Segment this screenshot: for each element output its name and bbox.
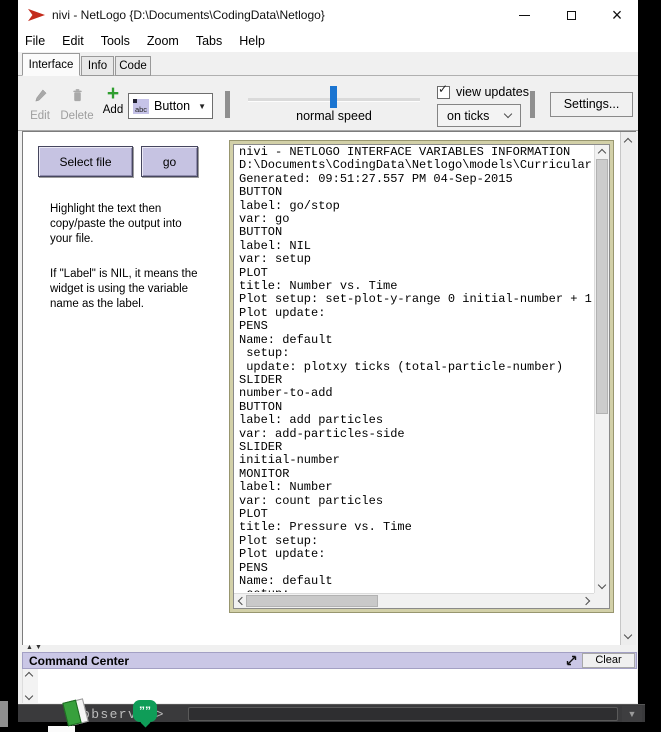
tab-code[interactable]: Code bbox=[115, 56, 151, 76]
output-horizontal-scrollbar[interactable] bbox=[234, 593, 594, 608]
scrollbar-thumb[interactable] bbox=[596, 159, 608, 414]
update-mode-dropdown[interactable]: on ticks bbox=[437, 104, 521, 127]
command-center-output[interactable] bbox=[22, 669, 637, 703]
netlogo-logo-icon bbox=[28, 7, 45, 23]
command-center-title: Command Center bbox=[29, 654, 129, 668]
quotes-glyph: ”” bbox=[133, 702, 157, 720]
scroll-down-icon bbox=[25, 692, 33, 700]
notebook-taskbar-icon[interactable] bbox=[63, 699, 91, 727]
scroll-right-icon bbox=[582, 597, 590, 605]
checkbox-check-icon: ✓ bbox=[438, 82, 448, 96]
settings-button[interactable]: Settings... bbox=[550, 92, 633, 117]
trash-icon bbox=[70, 88, 85, 103]
minimize-icon bbox=[519, 15, 530, 16]
scroll-up-icon bbox=[25, 672, 33, 680]
maximize-button[interactable] bbox=[556, 0, 586, 30]
edit-button[interactable]: Edit bbox=[25, 88, 55, 122]
menu-item-file[interactable]: File bbox=[25, 34, 54, 48]
scrollbar-thumb[interactable] bbox=[246, 595, 378, 607]
delete-button[interactable]: Delete bbox=[57, 88, 97, 122]
pencil-icon bbox=[33, 88, 48, 103]
menu-item-tabs[interactable]: Tabs bbox=[196, 34, 231, 48]
menu-item-edit[interactable]: Edit bbox=[62, 34, 93, 48]
close-icon: × bbox=[612, 6, 623, 24]
toolbar: Edit Delete + Add abc Button ▼ normal sp… bbox=[18, 76, 638, 131]
scroll-up-icon bbox=[624, 138, 632, 146]
view-updates-label: view updates bbox=[456, 85, 529, 99]
scroll-down-icon bbox=[598, 581, 606, 589]
taskbar-edge-fragment bbox=[0, 701, 8, 727]
scroll-up-icon bbox=[598, 149, 606, 157]
delete-label: Delete bbox=[57, 110, 97, 122]
minimize-button[interactable] bbox=[509, 0, 539, 30]
command-center-splitter[interactable]: ▲ ▼ bbox=[18, 645, 638, 652]
chevron-down-icon bbox=[504, 110, 512, 118]
select-file-button[interactable]: Select file bbox=[38, 146, 133, 177]
command-history-button[interactable]: ▼ bbox=[622, 706, 642, 722]
tab-bar: Interface Info Code bbox=[18, 52, 638, 76]
menu-bar: File Edit Tools Zoom Tabs Help bbox=[18, 30, 638, 52]
toolbar-separator bbox=[530, 91, 535, 118]
tab-interface[interactable]: Interface bbox=[22, 53, 80, 76]
tab-info[interactable]: Info bbox=[81, 56, 114, 76]
expand-button[interactable] bbox=[565, 654, 579, 667]
plus-icon: + bbox=[99, 86, 127, 102]
menu-item-tools[interactable]: Tools bbox=[101, 34, 139, 48]
maximize-icon bbox=[567, 11, 576, 20]
interface-canvas: Select file go Highlight the text then c… bbox=[22, 131, 636, 645]
command-output-scrollbar[interactable] bbox=[22, 669, 38, 703]
widget-type-value: Button bbox=[154, 99, 190, 113]
window-title: nivi - NetLogo {D:\Documents\CodingData\… bbox=[52, 0, 325, 30]
instruction-text-2: If "Label" is NIL, it means the widget i… bbox=[50, 267, 245, 312]
go-button[interactable]: go bbox=[141, 146, 198, 177]
output-text-area[interactable]: nivi - NETLOGO INTERFACE VARIABLES INFOR… bbox=[233, 144, 610, 609]
resize-diagonal-icon bbox=[565, 654, 578, 667]
speed-slider-handle[interactable] bbox=[330, 86, 337, 108]
output-text: nivi - NETLOGO INTERFACE VARIABLES INFOR… bbox=[239, 146, 593, 592]
edit-label: Edit bbox=[25, 110, 55, 122]
command-input[interactable] bbox=[188, 707, 618, 721]
title-bar: nivi - NetLogo {D:\Documents\CodingData\… bbox=[18, 0, 638, 30]
dropdown-arrow-icon: ▼ bbox=[198, 102, 206, 111]
widget-type-dropdown[interactable]: abc Button ▼ bbox=[128, 93, 213, 119]
output-widget: nivi - NETLOGO INTERFACE VARIABLES INFOR… bbox=[229, 140, 614, 613]
speed-slider-label: normal speed bbox=[248, 109, 420, 123]
abc-widget-icon: abc bbox=[133, 99, 149, 114]
scrollbar-corner bbox=[594, 593, 609, 608]
toolbar-separator bbox=[225, 91, 230, 118]
clear-button[interactable]: Clear bbox=[582, 653, 635, 668]
menu-item-zoom[interactable]: Zoom bbox=[147, 34, 188, 48]
scroll-down-icon bbox=[624, 631, 632, 639]
scroll-left-icon bbox=[238, 597, 246, 605]
chat-taskbar-icon[interactable]: ”” bbox=[133, 700, 159, 726]
update-mode-value: on ticks bbox=[447, 109, 489, 123]
splitter-down-icon[interactable]: ▼ bbox=[35, 644, 42, 651]
output-vertical-scrollbar[interactable] bbox=[594, 145, 609, 593]
netlogo-window: nivi - NetLogo {D:\Documents\CodingData\… bbox=[18, 0, 638, 722]
add-button[interactable]: + Add bbox=[99, 86, 127, 116]
command-center-header: Command Center Clear bbox=[22, 652, 637, 669]
instruction-text-1: Highlight the text then copy/paste the o… bbox=[50, 202, 230, 247]
canvas-vertical-scrollbar[interactable] bbox=[620, 132, 636, 645]
menu-item-help[interactable]: Help bbox=[239, 34, 274, 48]
close-button[interactable]: × bbox=[602, 0, 632, 30]
dropdown-arrow-icon: ▼ bbox=[628, 709, 637, 719]
add-label: Add bbox=[99, 104, 127, 116]
splitter-up-icon[interactable]: ▲ bbox=[26, 644, 33, 651]
observer-command-row: observer> ▼ bbox=[18, 704, 645, 722]
